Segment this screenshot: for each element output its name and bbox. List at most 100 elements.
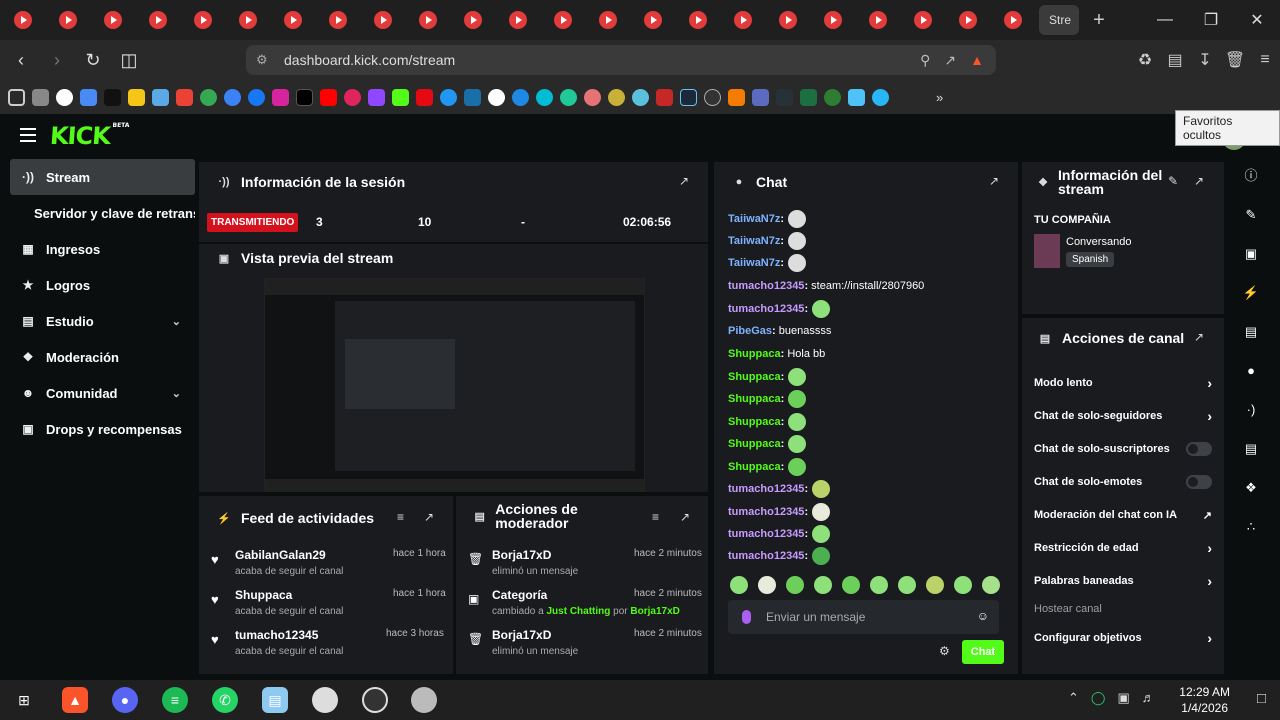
bookmark-icon[interactable] bbox=[104, 88, 121, 106]
gmail-icon[interactable] bbox=[176, 88, 193, 106]
sidebar-toggle-icon[interactable]: ◫ bbox=[114, 45, 144, 75]
windows-start-icon[interactable]: ⊞ bbox=[11, 687, 37, 713]
microphone-icon[interactable] bbox=[742, 610, 751, 624]
emote-icon[interactable] bbox=[730, 576, 748, 594]
filter-icon[interactable]: ≡ bbox=[652, 510, 659, 524]
brave-shield-icon[interactable]: ▲ bbox=[970, 52, 984, 69]
bookmark-icon[interactable] bbox=[128, 88, 145, 106]
sidebar-item-server-key[interactable]: Servidor y clave de retransmisión bbox=[10, 195, 195, 231]
tab-youtube[interactable] bbox=[180, 0, 225, 40]
emotes-only-toggle[interactable] bbox=[1186, 475, 1212, 489]
bookmark-icon[interactable] bbox=[440, 88, 457, 106]
close-icon[interactable]: ✕ bbox=[1234, 0, 1280, 40]
expand-icon[interactable]: ↗ bbox=[1194, 330, 1204, 344]
x-icon[interactable] bbox=[296, 88, 313, 106]
restore-icon[interactable]: ❐ bbox=[1188, 0, 1234, 40]
facebook-icon[interactable] bbox=[248, 88, 265, 106]
expand-icon[interactable]: ↗ bbox=[1194, 174, 1204, 188]
tab-youtube[interactable] bbox=[990, 0, 1035, 40]
tab-youtube[interactable] bbox=[360, 0, 405, 40]
bookmark-icon[interactable] bbox=[488, 88, 505, 106]
followers-only-row[interactable]: Chat de solo-seguidores › bbox=[1034, 408, 1212, 424]
tab-youtube[interactable] bbox=[450, 0, 495, 40]
site-settings-icon[interactable]: ⚙ bbox=[256, 52, 268, 68]
excel-icon[interactable] bbox=[800, 88, 817, 106]
tab-youtube[interactable] bbox=[225, 0, 270, 40]
sidebar-item-income[interactable]: ▦ Ingresos bbox=[10, 231, 195, 267]
wrench-icon[interactable]: ❖ bbox=[1230, 471, 1272, 505]
chat-input[interactable]: Enviar un mensaje ☺ bbox=[728, 600, 999, 634]
spotify-icon[interactable]: ≡ bbox=[162, 687, 188, 713]
stream-category[interactable]: Conversando bbox=[1066, 236, 1131, 248]
tab-youtube[interactable] bbox=[945, 0, 990, 40]
emote-icon[interactable] bbox=[786, 576, 804, 594]
emoji-icon[interactable]: ☺ bbox=[977, 609, 989, 623]
share-icon[interactable]: ↗ bbox=[944, 52, 956, 69]
tab-youtube[interactable] bbox=[540, 0, 585, 40]
clock[interactable]: 12:29 AM 1/4/2026 bbox=[1179, 684, 1230, 716]
expand-icon[interactable]: ↗ bbox=[989, 174, 999, 188]
bookmark-icon[interactable] bbox=[824, 88, 841, 106]
bookmark-icon[interactable] bbox=[560, 88, 577, 106]
edit-icon[interactable]: ✎ bbox=[1168, 174, 1178, 188]
notepad-icon[interactable]: ▤ bbox=[262, 687, 288, 713]
bookmark-icon[interactable] bbox=[536, 88, 553, 106]
info-icon[interactable]: ⓘ bbox=[1230, 159, 1272, 193]
tab-youtube[interactable] bbox=[810, 0, 855, 40]
chevron-up-icon[interactable]: ⌃ bbox=[1068, 690, 1079, 706]
tab-youtube[interactable] bbox=[855, 0, 900, 40]
bookmark-icon[interactable] bbox=[704, 88, 721, 106]
expand-icon[interactable]: ↗ bbox=[680, 510, 690, 524]
hidden-bookmarks-icon[interactable]: » bbox=[936, 90, 943, 105]
kick-icon[interactable] bbox=[392, 88, 409, 106]
tab-youtube[interactable] bbox=[0, 0, 45, 40]
reader-icon[interactable]: ▤ bbox=[1160, 50, 1190, 70]
menu-icon[interactable] bbox=[20, 128, 36, 146]
bookmark-icon[interactable] bbox=[632, 88, 649, 106]
bookmark-icon[interactable] bbox=[32, 88, 49, 106]
tab-youtube[interactable] bbox=[315, 0, 360, 40]
tab-youtube[interactable] bbox=[585, 0, 630, 40]
tab-youtube[interactable] bbox=[135, 0, 180, 40]
kick-logo[interactable]: KICK BETA bbox=[49, 122, 130, 150]
chat-bubble-icon[interactable]: ● bbox=[1230, 354, 1272, 388]
banned-words-row[interactable]: Palabras baneadas › bbox=[1034, 573, 1212, 589]
tab-youtube[interactable] bbox=[270, 0, 315, 40]
bookmark-icon[interactable] bbox=[584, 88, 601, 106]
netflix-icon[interactable] bbox=[416, 88, 433, 106]
stream-preview-video[interactable] bbox=[264, 278, 645, 492]
tab-youtube[interactable] bbox=[630, 0, 675, 40]
edit-icon[interactable]: ✎ bbox=[1230, 198, 1272, 232]
emote-icon[interactable] bbox=[758, 576, 776, 594]
notification-icon[interactable]: □ bbox=[1257, 690, 1266, 707]
brave-icon[interactable]: ▲ bbox=[62, 687, 88, 713]
emote-icon[interactable] bbox=[814, 576, 832, 594]
emote-icon[interactable] bbox=[898, 576, 916, 594]
tab-youtube[interactable] bbox=[495, 0, 540, 40]
gemini-icon[interactable] bbox=[80, 88, 97, 106]
bookmark-icon[interactable] bbox=[728, 88, 745, 106]
community-icon[interactable]: ∴ bbox=[1230, 510, 1272, 544]
slow-mode-row[interactable]: Modo lento › bbox=[1034, 375, 1212, 391]
lightning-icon[interactable]: ⚡ bbox=[1230, 276, 1272, 310]
app-icon[interactable] bbox=[312, 687, 338, 713]
expand-icon[interactable]: ↗ bbox=[679, 174, 689, 188]
sidebar-item-achievements[interactable]: ★ Logros bbox=[10, 267, 195, 303]
twitch-icon[interactable] bbox=[368, 88, 385, 106]
bookmark-icon[interactable] bbox=[608, 88, 625, 106]
new-tab-button[interactable]: + bbox=[1079, 9, 1119, 32]
tab-youtube[interactable] bbox=[720, 0, 765, 40]
bookmark-icon[interactable] bbox=[752, 88, 769, 106]
cloud-icon[interactable] bbox=[152, 88, 169, 106]
emote-icon[interactable] bbox=[870, 576, 888, 594]
ai-moderation-row[interactable]: Moderación del chat con IA ↗ bbox=[1034, 509, 1212, 522]
sidebar-item-drops[interactable]: ▣ Drops y recompensas bbox=[10, 411, 195, 447]
tab-youtube[interactable] bbox=[900, 0, 945, 40]
address-bar[interactable]: ⚙ dashboard.kick.com/stream ⚲ ↗ ▲ bbox=[246, 45, 996, 75]
host-channel-row[interactable]: Hostear canal bbox=[1034, 603, 1212, 615]
maps-icon[interactable] bbox=[200, 88, 217, 106]
trash-icon[interactable]: 🗑 bbox=[1220, 50, 1250, 70]
obs-icon[interactable] bbox=[362, 687, 388, 713]
app-icon[interactable] bbox=[411, 687, 437, 713]
capture-icon[interactable]: ▣ bbox=[1230, 237, 1272, 271]
